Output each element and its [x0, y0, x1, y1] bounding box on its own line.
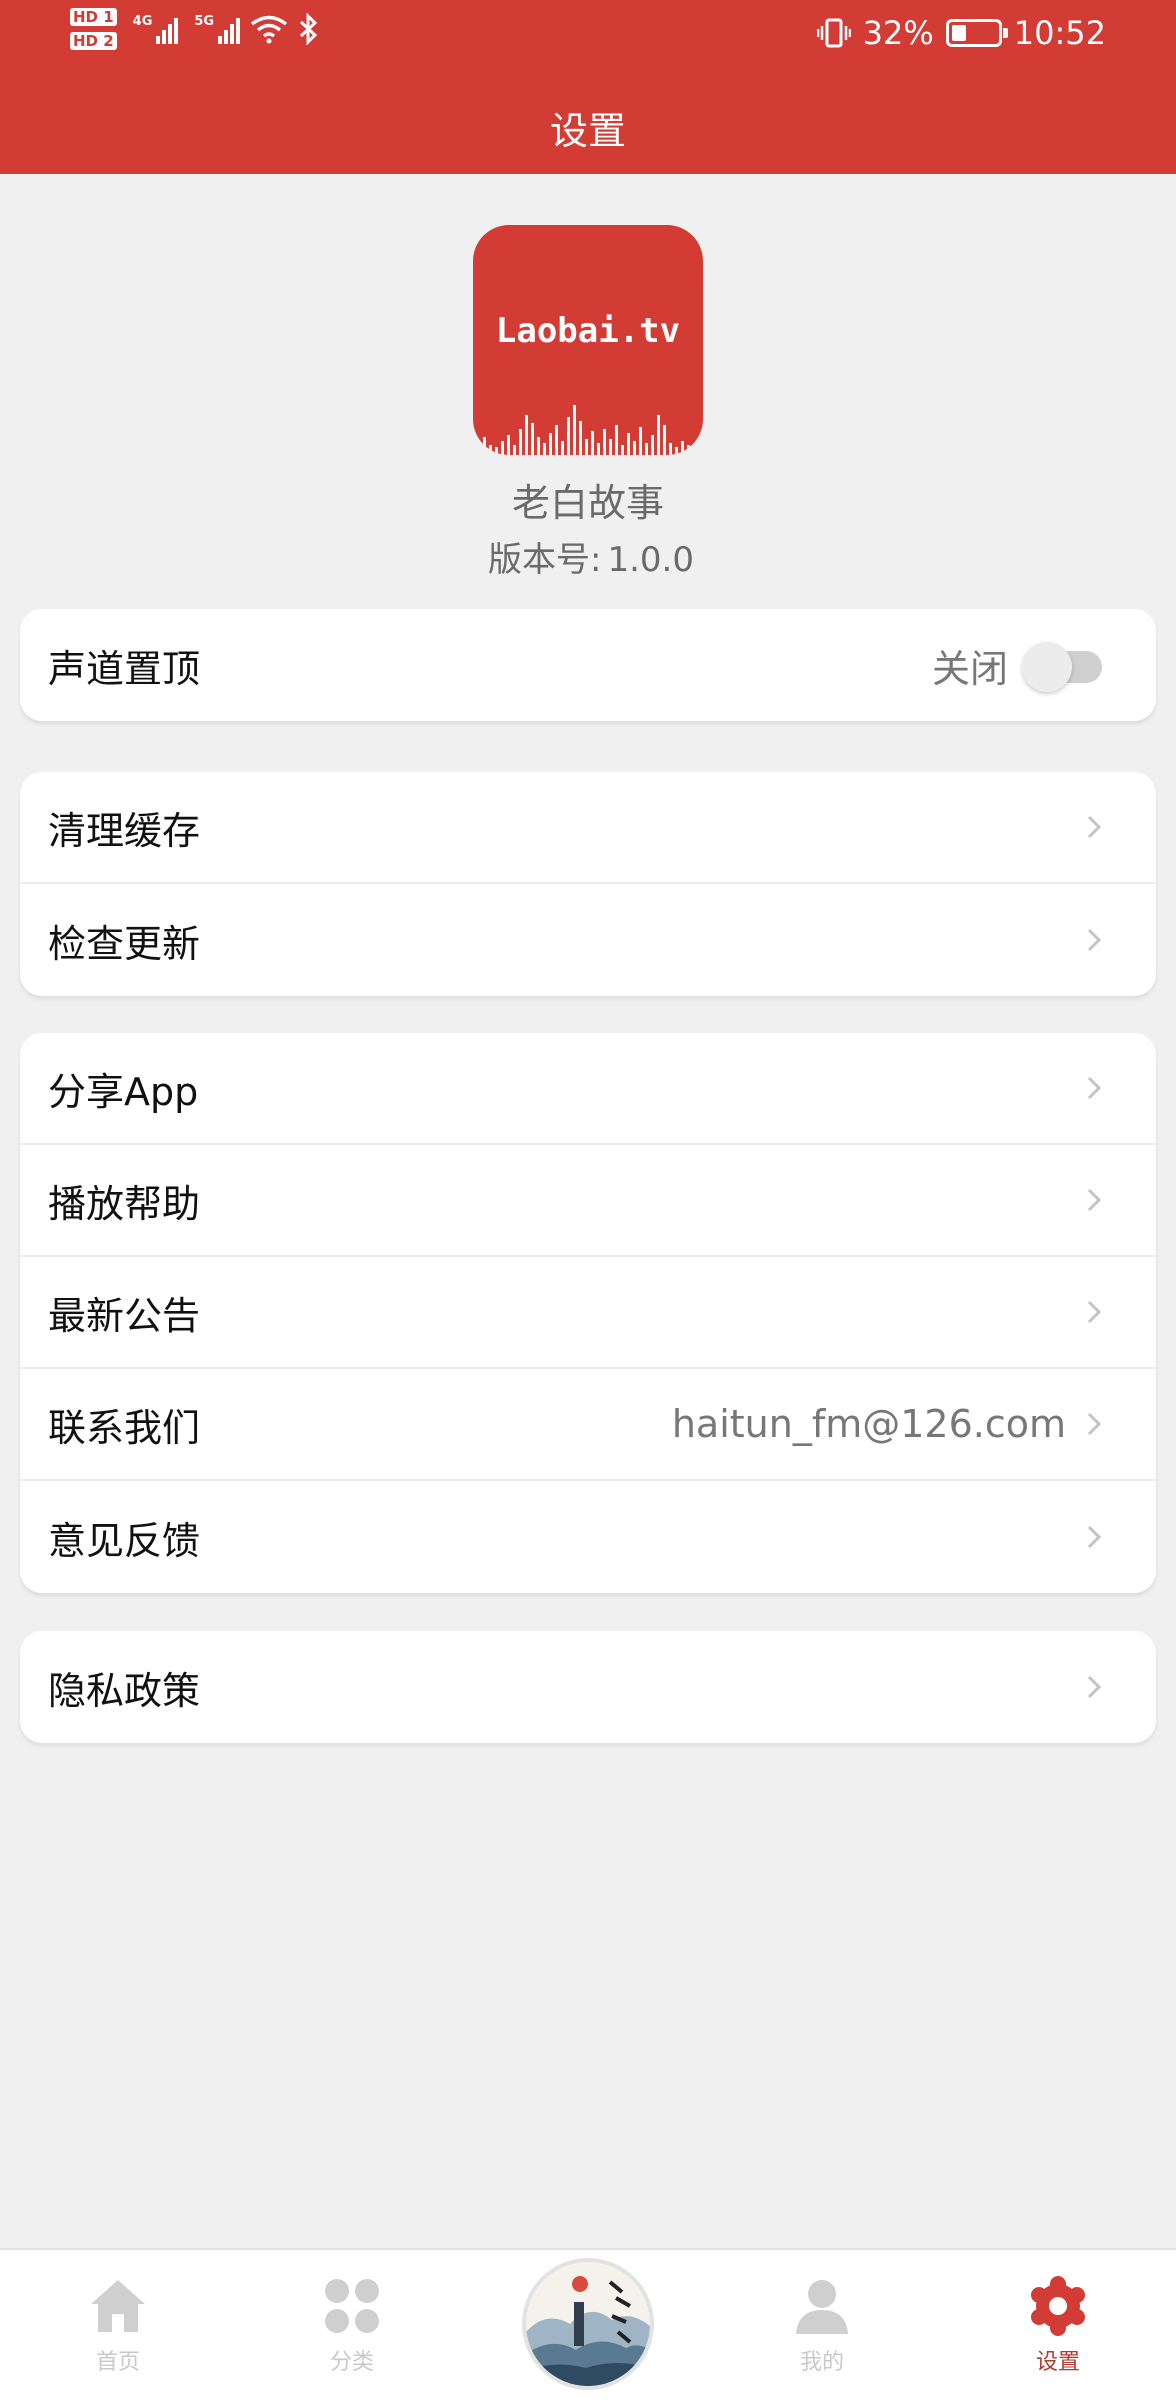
tab-settings[interactable]: 设置 — [978, 2250, 1138, 2400]
latest-notice-row[interactable]: 最新公告 — [20, 1257, 1156, 1369]
card-info: 分享App 播放帮助 最新公告 联系我们 haitun_fm@126.com 意… — [20, 1033, 1156, 1593]
page-title: 设置 — [549, 109, 626, 153]
check-update-label: 检查更新 — [48, 921, 201, 966]
channel-top-status: 关闭 — [931, 646, 1008, 691]
category-icon — [325, 2279, 379, 2333]
audio-wave-icon — [477, 405, 696, 455]
share-app-label: 分享App — [48, 1069, 199, 1114]
feedback-label: 意见反馈 — [48, 1518, 201, 1563]
clock: 10:52 — [1013, 14, 1106, 52]
status-left: HD 1 HD 2 4G 5G — [70, 8, 320, 50]
app-name: 老白故事 — [511, 481, 664, 525]
hd1-badge: HD 1 — [70, 8, 117, 26]
status-right: 32% 10:52 — [816, 14, 1106, 52]
app-version: 版本号: 1.0.0 — [0, 532, 1176, 581]
bluetooth-icon — [300, 13, 318, 45]
clear-cache-row[interactable]: 清理缓存 — [20, 772, 1156, 884]
feedback-row[interactable]: 意见反馈 — [20, 1481, 1156, 1593]
network-2-label: 5G — [194, 14, 215, 29]
battery-level — [951, 25, 966, 41]
chevron-right-icon — [1087, 815, 1102, 839]
signal-2-icon: 5G — [194, 14, 241, 44]
clear-cache-label: 清理缓存 — [48, 808, 201, 853]
home-icon — [91, 2280, 145, 2332]
tab-mine[interactable]: 我的 — [742, 2250, 902, 2400]
gear-icon — [1031, 2276, 1085, 2336]
chevron-right-icon — [1087, 1412, 1102, 1436]
card-privacy: 隐私政策 — [20, 1631, 1156, 1743]
battery-icon — [945, 19, 1008, 47]
tab-category[interactable]: 分类 — [272, 2250, 432, 2400]
channel-top-row: 声道置顶 关闭 — [20, 609, 1156, 721]
app-logo: Laobai.tv — [473, 225, 703, 455]
album-art-icon — [526, 2262, 650, 2386]
card-channel: 声道置顶 关闭 — [20, 609, 1156, 721]
chevron-right-icon — [1087, 928, 1102, 952]
chevron-right-icon — [1087, 1675, 1102, 1699]
hd-indicators: HD 1 HD 2 — [70, 8, 117, 50]
chevron-right-icon — [1087, 1525, 1102, 1549]
version-label: 版本号: — [488, 540, 602, 580]
tab-home[interactable]: 首页 — [38, 2250, 198, 2400]
latest-notice-label: 最新公告 — [48, 1293, 201, 1338]
wifi-icon — [251, 15, 288, 44]
signal-1-icon: 4G — [133, 14, 179, 44]
privacy-policy-label: 隐私政策 — [48, 1668, 201, 1713]
contact-us-label: 联系我们 — [48, 1405, 201, 1450]
contact-email: haitun_fm@126.com — [671, 1402, 1066, 1446]
version-number: 1.0.0 — [607, 540, 694, 580]
chevron-right-icon — [1087, 1188, 1102, 1212]
user-icon — [796, 2280, 848, 2334]
contact-us-row[interactable]: 联系我们 haitun_fm@126.com — [20, 1369, 1156, 1481]
tab-home-label: 首页 — [95, 2350, 140, 2375]
play-help-label: 播放帮助 — [48, 1181, 201, 1226]
check-update-row[interactable]: 检查更新 — [20, 884, 1156, 996]
now-playing-disc[interactable] — [522, 2258, 654, 2390]
share-app-row[interactable]: 分享App — [20, 1033, 1156, 1145]
play-help-row[interactable]: 播放帮助 — [20, 1145, 1156, 1257]
card-maintenance: 清理缓存 检查更新 — [20, 772, 1156, 996]
tab-settings-label: 设置 — [1035, 2350, 1080, 2375]
app-logo-text: Laobai.tv — [495, 311, 681, 351]
status-bar: HD 1 HD 2 4G 5G 32% 10:52 — [0, 0, 1176, 74]
hd2-badge: HD 2 — [70, 32, 117, 50]
chevron-right-icon — [1087, 1300, 1102, 1324]
tab-mine-label: 我的 — [799, 2350, 844, 2375]
network-1-label: 4G — [132, 14, 153, 29]
header: HD 1 HD 2 4G 5G 32% 10:52 设置 — [0, 0, 1176, 174]
chevron-right-icon — [1087, 1076, 1102, 1100]
vibrate-icon — [816, 18, 851, 48]
tab-category-label: 分类 — [329, 2350, 374, 2375]
privacy-policy-row[interactable]: 隐私政策 — [20, 1631, 1156, 1743]
battery-percent: 32% — [862, 14, 934, 52]
channel-top-toggle[interactable] — [1022, 642, 1104, 692]
channel-top-label: 声道置顶 — [48, 646, 201, 691]
